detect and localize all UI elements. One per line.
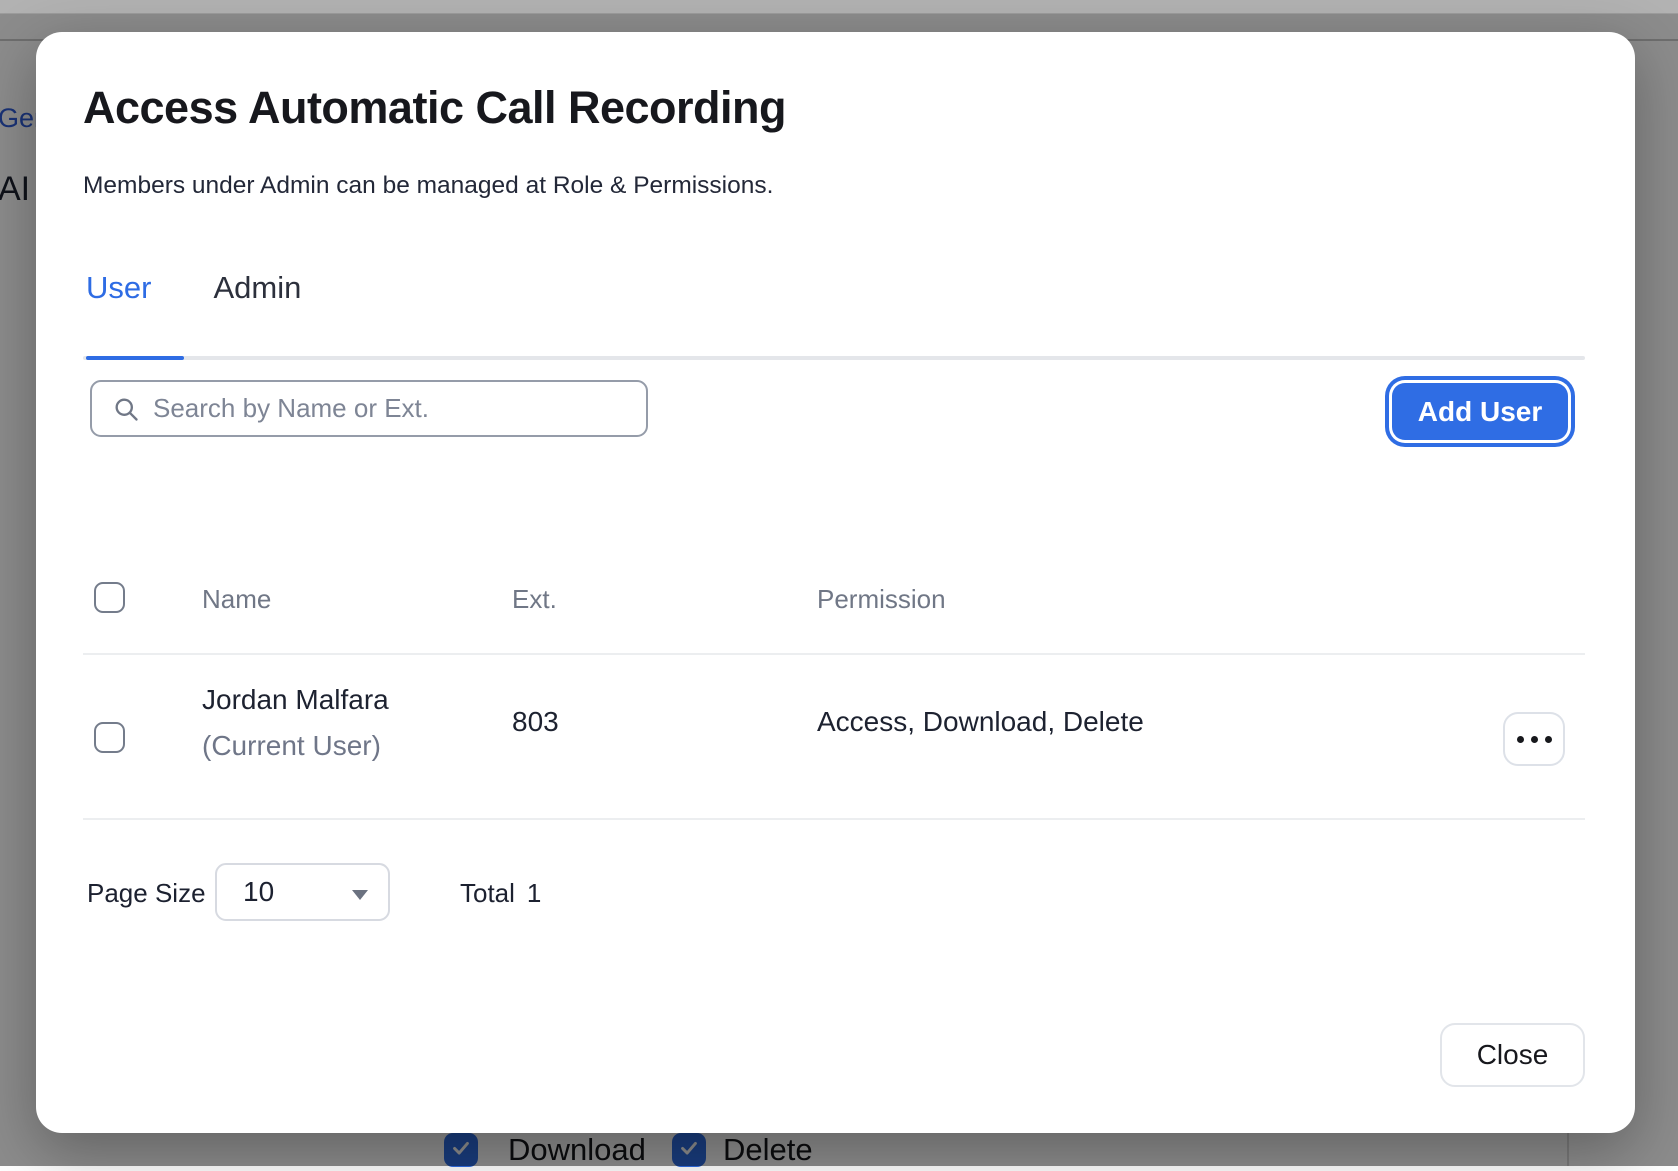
column-header-ext: Ext.: [512, 584, 557, 615]
menubar-strip: [0, 0, 1678, 14]
column-header-permission: Permission: [817, 584, 946, 615]
total-count: Total 1: [460, 878, 541, 909]
current-user-note: (Current User): [202, 730, 381, 762]
search-icon: [112, 395, 140, 423]
dialog-title: Access Automatic Call Recording: [83, 82, 786, 134]
page-size-value: 10: [243, 876, 274, 908]
dialog-subtitle: Members under Admin can be managed at Ro…: [83, 172, 773, 200]
caret-down-icon: [352, 890, 368, 900]
table-header-divider: [83, 653, 1585, 655]
select-all-checkbox[interactable]: [94, 582, 125, 613]
active-tab-indicator: [86, 356, 184, 360]
ellipsis-icon: [1517, 736, 1552, 743]
table-bottom-divider: [83, 818, 1585, 820]
search-input[interactable]: [153, 393, 613, 424]
page-size-select[interactable]: 10: [215, 863, 390, 921]
page-size-label: Page Size: [87, 878, 206, 909]
user-name: Jordan Malfara: [202, 684, 389, 716]
total-value: 1: [527, 878, 541, 909]
column-header-name: Name: [202, 584, 271, 615]
tab-admin[interactable]: Admin: [213, 270, 301, 306]
tab-bar: User Admin: [86, 270, 301, 306]
total-label: Total: [460, 878, 515, 909]
user-ext: 803: [512, 706, 559, 738]
row-actions-button[interactable]: [1503, 712, 1565, 766]
add-user-button[interactable]: Add User: [1392, 383, 1568, 440]
search-box[interactable]: [90, 380, 648, 437]
close-button[interactable]: Close: [1440, 1023, 1585, 1087]
tab-track: [83, 356, 1585, 360]
access-call-recording-dialog: Access Automatic Call Recording Members …: [36, 32, 1635, 1133]
row-checkbox[interactable]: [94, 722, 125, 753]
user-permission: Access, Download, Delete: [817, 706, 1144, 738]
tab-user[interactable]: User: [86, 270, 151, 306]
